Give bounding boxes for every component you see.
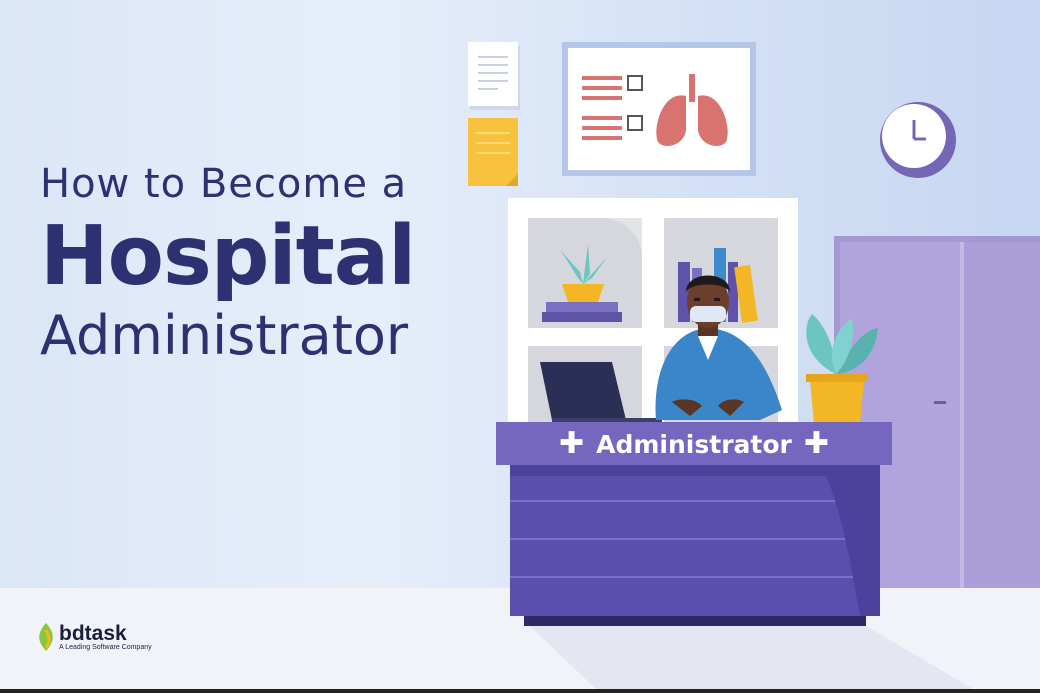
title-line-3: Administrator [40, 304, 409, 367]
face-mask-icon [690, 306, 726, 322]
brand-logo: bdtask A Leading Software Company [36, 620, 152, 654]
logo-brand-name: bdtask [59, 621, 127, 645]
desk-sign: ✚ Administrator ✚ [496, 423, 892, 465]
bottom-border [0, 689, 1040, 693]
plus-icon: ✚ [559, 426, 585, 461]
plus-icon: ✚ [803, 426, 829, 461]
clock-icon [880, 102, 956, 178]
paper-note-icon [468, 42, 520, 110]
door-handle-icon [934, 401, 946, 404]
page-title: How to Become a Hospital Administrator [40, 158, 480, 368]
desk-sign-label: Administrator [596, 429, 792, 459]
title-line-1: How to Become a [40, 161, 408, 207]
title-line-2: Hospital [40, 209, 416, 304]
logo-tagline: A Leading Software Company [59, 643, 152, 651]
hero-banner: How to Become a Hospital Administrator ✚… [0, 0, 1040, 693]
lungs-poster-icon [562, 42, 756, 176]
leaf-logo-icon [39, 623, 53, 651]
